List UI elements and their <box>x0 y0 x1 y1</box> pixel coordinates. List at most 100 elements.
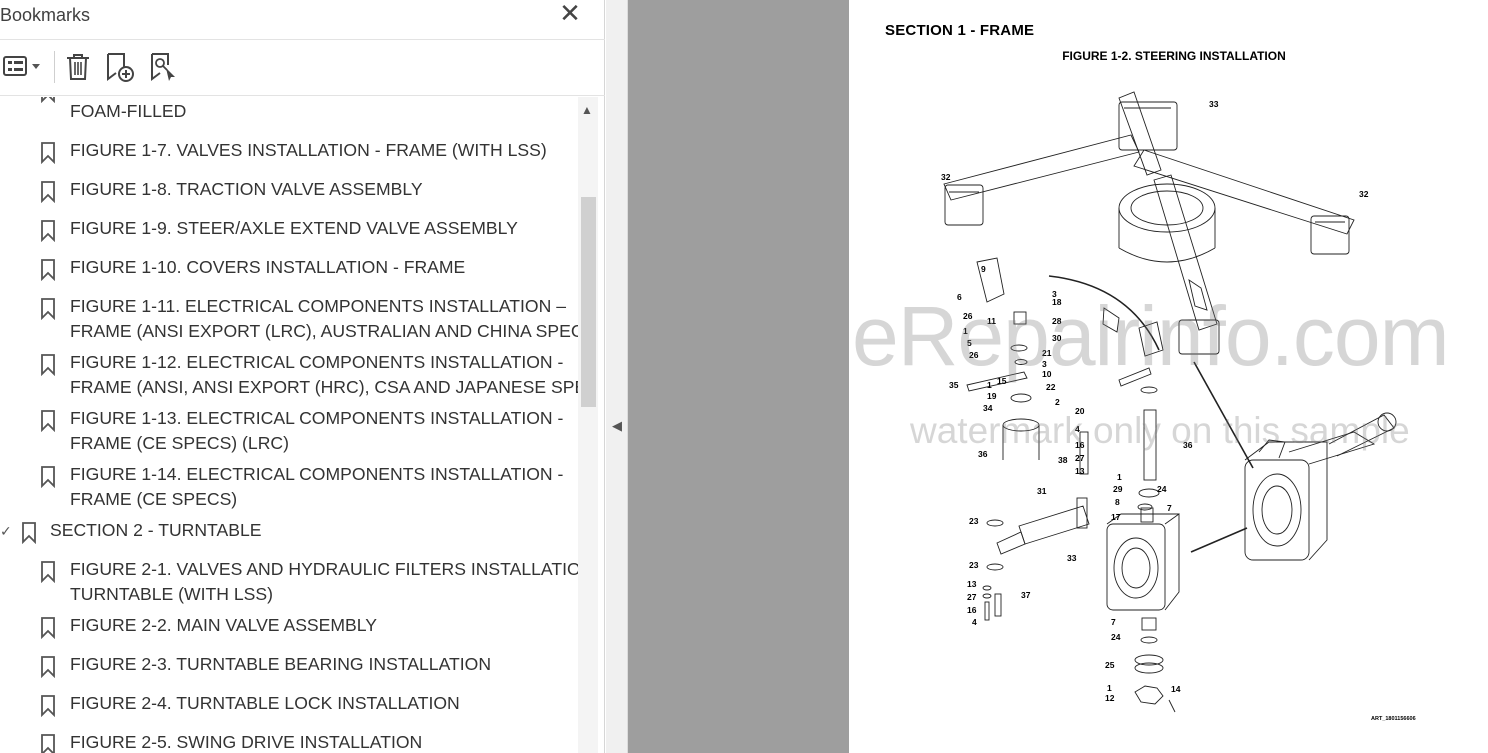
part-number-label: 19 <box>987 391 997 401</box>
bookmark-label-line: FRAME (ANSI EXPORT (LRC), AUSTRALIAN AND… <box>70 321 578 341</box>
bookmark-item[interactable]: FIGURE 1-12. ELECTRICAL COMPONENTS INSTA… <box>0 350 578 414</box>
bookmark-label: FIGURE 2-5. SWING DRIVE INSTALLATION <box>70 730 422 753</box>
bookmark-add-icon <box>107 53 134 82</box>
list-options-icon <box>3 56 40 76</box>
toolbar-divider <box>54 51 55 83</box>
bookmark-item[interactable]: FIGURE 1-14. ELECTRICAL COMPONENTS INSTA… <box>0 462 578 526</box>
bookmark-label-line: FIGURE 2-4. TURNTABLE LOCK INSTALLATION <box>70 693 460 713</box>
options-menu-button[interactable] <box>2 51 44 83</box>
bookmark-item[interactable]: FIGURE 2-4. TURNTABLE LOCK INSTALLATION <box>0 691 578 730</box>
bookmark-icon <box>40 259 56 282</box>
bookmark-label-line: FRAME (ANSI, ANSI EXPORT (HRC), CSA AND … <box>70 377 578 397</box>
bookmark-item[interactable]: FOAM-FILLED <box>0 97 578 138</box>
bookmark-label-line: FIGURE 1-12. ELECTRICAL COMPONENTS INSTA… <box>70 352 564 372</box>
bookmark-label: FIGURE 1-7. VALVES INSTALLATION - FRAME … <box>70 138 547 163</box>
bookmark-label: FIGURE 2-2. MAIN VALVE ASSEMBLY <box>70 613 377 638</box>
bookmark-label: FIGURE 2-1. VALVES AND HYDRAULIC FILTERS… <box>70 557 578 607</box>
part-number-label: 27 <box>967 592 977 602</box>
expand-chevron-icon[interactable]: ✓ <box>0 523 12 540</box>
bookmark-label: FIGURE 1-14. ELECTRICAL COMPONENTS INSTA… <box>70 462 563 512</box>
bookmark-icon <box>40 298 56 321</box>
bookmark-label: FIGURE 1-8. TRACTION VALVE ASSEMBLY <box>70 177 423 202</box>
bookmark-label: FIGURE 1-11. ELECTRICAL COMPONENTS INSTA… <box>70 294 578 344</box>
bookmark-item[interactable]: FIGURE 2-3. TURNTABLE BEARING INSTALLATI… <box>0 652 578 691</box>
bookmark-icon <box>40 617 56 640</box>
bookmark-label-line: FOAM-FILLED <box>70 101 187 121</box>
part-number-label: 33 <box>1067 553 1077 563</box>
bookmark-item[interactable]: FIGURE 2-2. MAIN VALVE ASSEMBLY <box>0 613 578 652</box>
figure-title: FIGURE 1-2. STEERING INSTALLATION <box>1062 49 1286 63</box>
bookmark-label-line: FIGURE 2-1. VALVES AND HYDRAULIC FILTERS… <box>70 559 578 579</box>
bookmark-label-line: FIGURE 1-7. VALVES INSTALLATION - FRAME … <box>70 140 547 160</box>
part-number-label: 17 <box>1111 512 1121 522</box>
bookmark-label-line: FIGURE 1-8. TRACTION VALVE ASSEMBLY <box>70 179 423 199</box>
close-icon[interactable]: ✕ <box>558 0 582 26</box>
bookmarks-list: FOAM-FILLED FIGURE 1-7. VALVES INSTALLATI… <box>0 97 578 753</box>
bookmark-icon <box>40 734 56 753</box>
part-number-label: 32 <box>941 172 951 182</box>
bookmark-label-line: FIGURE 2-2. MAIN VALVE ASSEMBLY <box>70 615 378 635</box>
bookmark-label-line: FIGURE 1-14. ELECTRICAL COMPONENTS INSTA… <box>70 464 564 484</box>
find-bookmark-button[interactable] <box>148 51 180 83</box>
bookmark-label-line: FIGURE 2-5. SWING DRIVE INSTALLATION <box>70 732 423 752</box>
bookmark-item[interactable]: FIGURE 1-11. ELECTRICAL COMPONENTS INSTA… <box>0 294 578 358</box>
delete-bookmark-button[interactable] <box>64 51 92 83</box>
part-number-label: 38 <box>1058 455 1068 465</box>
bookmark-section[interactable]: ✓ SECTION 2 - TURNTABLE <box>0 518 578 557</box>
bookmark-item[interactable]: FIGURE 1-10. COVERS INSTALLATION - FRAME <box>0 255 578 294</box>
part-number-label: 9 <box>981 264 986 274</box>
part-number-label: 27 <box>1075 453 1085 463</box>
panel-splitter[interactable]: ◀ <box>606 0 628 753</box>
part-number-label: 12 <box>1105 693 1115 703</box>
bookmark-label-line: FIGURE 1-9. STEER/AXLE EXTEND VALVE ASSE… <box>70 218 518 238</box>
bookmarks-panel: Bookmarks ✕ FOAM-FILLED FIGURE 1-7. VALV… <box>0 0 605 753</box>
bookmark-item[interactable]: FIGURE 1-13. ELECTRICAL COMPONENTS INSTA… <box>0 406 578 470</box>
bookmark-item[interactable]: FIGURE 1-9. STEER/AXLE EXTEND VALVE ASSE… <box>0 216 578 255</box>
bookmark-label: FOAM-FILLED <box>70 99 186 124</box>
part-number-label: 23 <box>969 560 979 570</box>
bookmark-icon <box>40 354 56 377</box>
part-number-label: 1 <box>1107 683 1112 693</box>
bookmark-item[interactable]: FIGURE 1-7. VALVES INSTALLATION - FRAME … <box>0 138 578 177</box>
watermark-sub: watermark only on this sample <box>910 410 1410 451</box>
part-number-label: 13 <box>1075 466 1085 476</box>
bookmark-icon <box>40 695 56 718</box>
scroll-thumb[interactable] <box>581 197 596 407</box>
part-number-label: 29 <box>1113 484 1123 494</box>
bookmark-item[interactable]: FIGURE 1-8. TRACTION VALVE ASSEMBLY <box>0 177 578 216</box>
watermark-main: eRepairinfo.com <box>852 289 1450 383</box>
art-code: ART_1801156606 <box>1371 716 1416 722</box>
bookmarks-header: Bookmarks ✕ <box>0 0 605 40</box>
bookmark-label: SECTION 2 - TURNTABLE <box>50 518 262 543</box>
part-number-label: 32 <box>1359 189 1369 199</box>
bookmark-item[interactable]: FIGURE 2-5. SWING DRIVE INSTALLATION <box>0 730 578 753</box>
bookmark-icon <box>40 410 56 433</box>
new-bookmark-button[interactable] <box>104 51 136 83</box>
part-number-label: 33 <box>1209 99 1219 109</box>
bookmark-label-line: FIGURE 1-10. COVERS INSTALLATION - FRAME <box>70 257 466 277</box>
bookmark-label-line: SECTION 2 - TURNTABLE <box>50 520 262 540</box>
bookmarks-toolbar <box>0 41 605 96</box>
collapse-panel-icon[interactable]: ◀ <box>612 418 622 434</box>
bookmark-icon <box>40 142 56 165</box>
bookmark-icon <box>40 561 56 584</box>
part-number-label: 7 <box>1167 503 1172 513</box>
part-number-label: 23 <box>969 516 979 526</box>
bookmark-search-icon <box>151 53 175 81</box>
section-title: SECTION 1 - FRAME <box>885 22 1035 39</box>
bookmarks-title: Bookmarks <box>0 5 91 25</box>
bookmark-label: FIGURE 1-10. COVERS INSTALLATION - FRAME <box>70 255 465 280</box>
part-number-label: 37 <box>1021 590 1031 600</box>
bookmark-item[interactable]: FIGURE 2-1. VALVES AND HYDRAULIC FILTERS… <box>0 557 578 621</box>
bookmark-icon <box>40 220 56 243</box>
part-number-label: 1 <box>1117 472 1122 482</box>
part-number-label: 13 <box>967 579 977 589</box>
scroll-up-icon[interactable]: ▲ <box>581 103 593 117</box>
bookmarks-scrollbar[interactable]: ▲ <box>578 97 598 753</box>
part-number-label: 25 <box>1105 660 1115 670</box>
bookmark-label-line: FIGURE 1-13. ELECTRICAL COMPONENTS INSTA… <box>70 408 564 428</box>
bookmark-label-line: FRAME (CE SPECS) <box>70 489 238 509</box>
part-number-label: 8 <box>1115 497 1120 507</box>
bookmark-icon <box>40 97 56 104</box>
bookmark-label-line: FIGURE 1-11. ELECTRICAL COMPONENTS INSTA… <box>70 296 566 316</box>
